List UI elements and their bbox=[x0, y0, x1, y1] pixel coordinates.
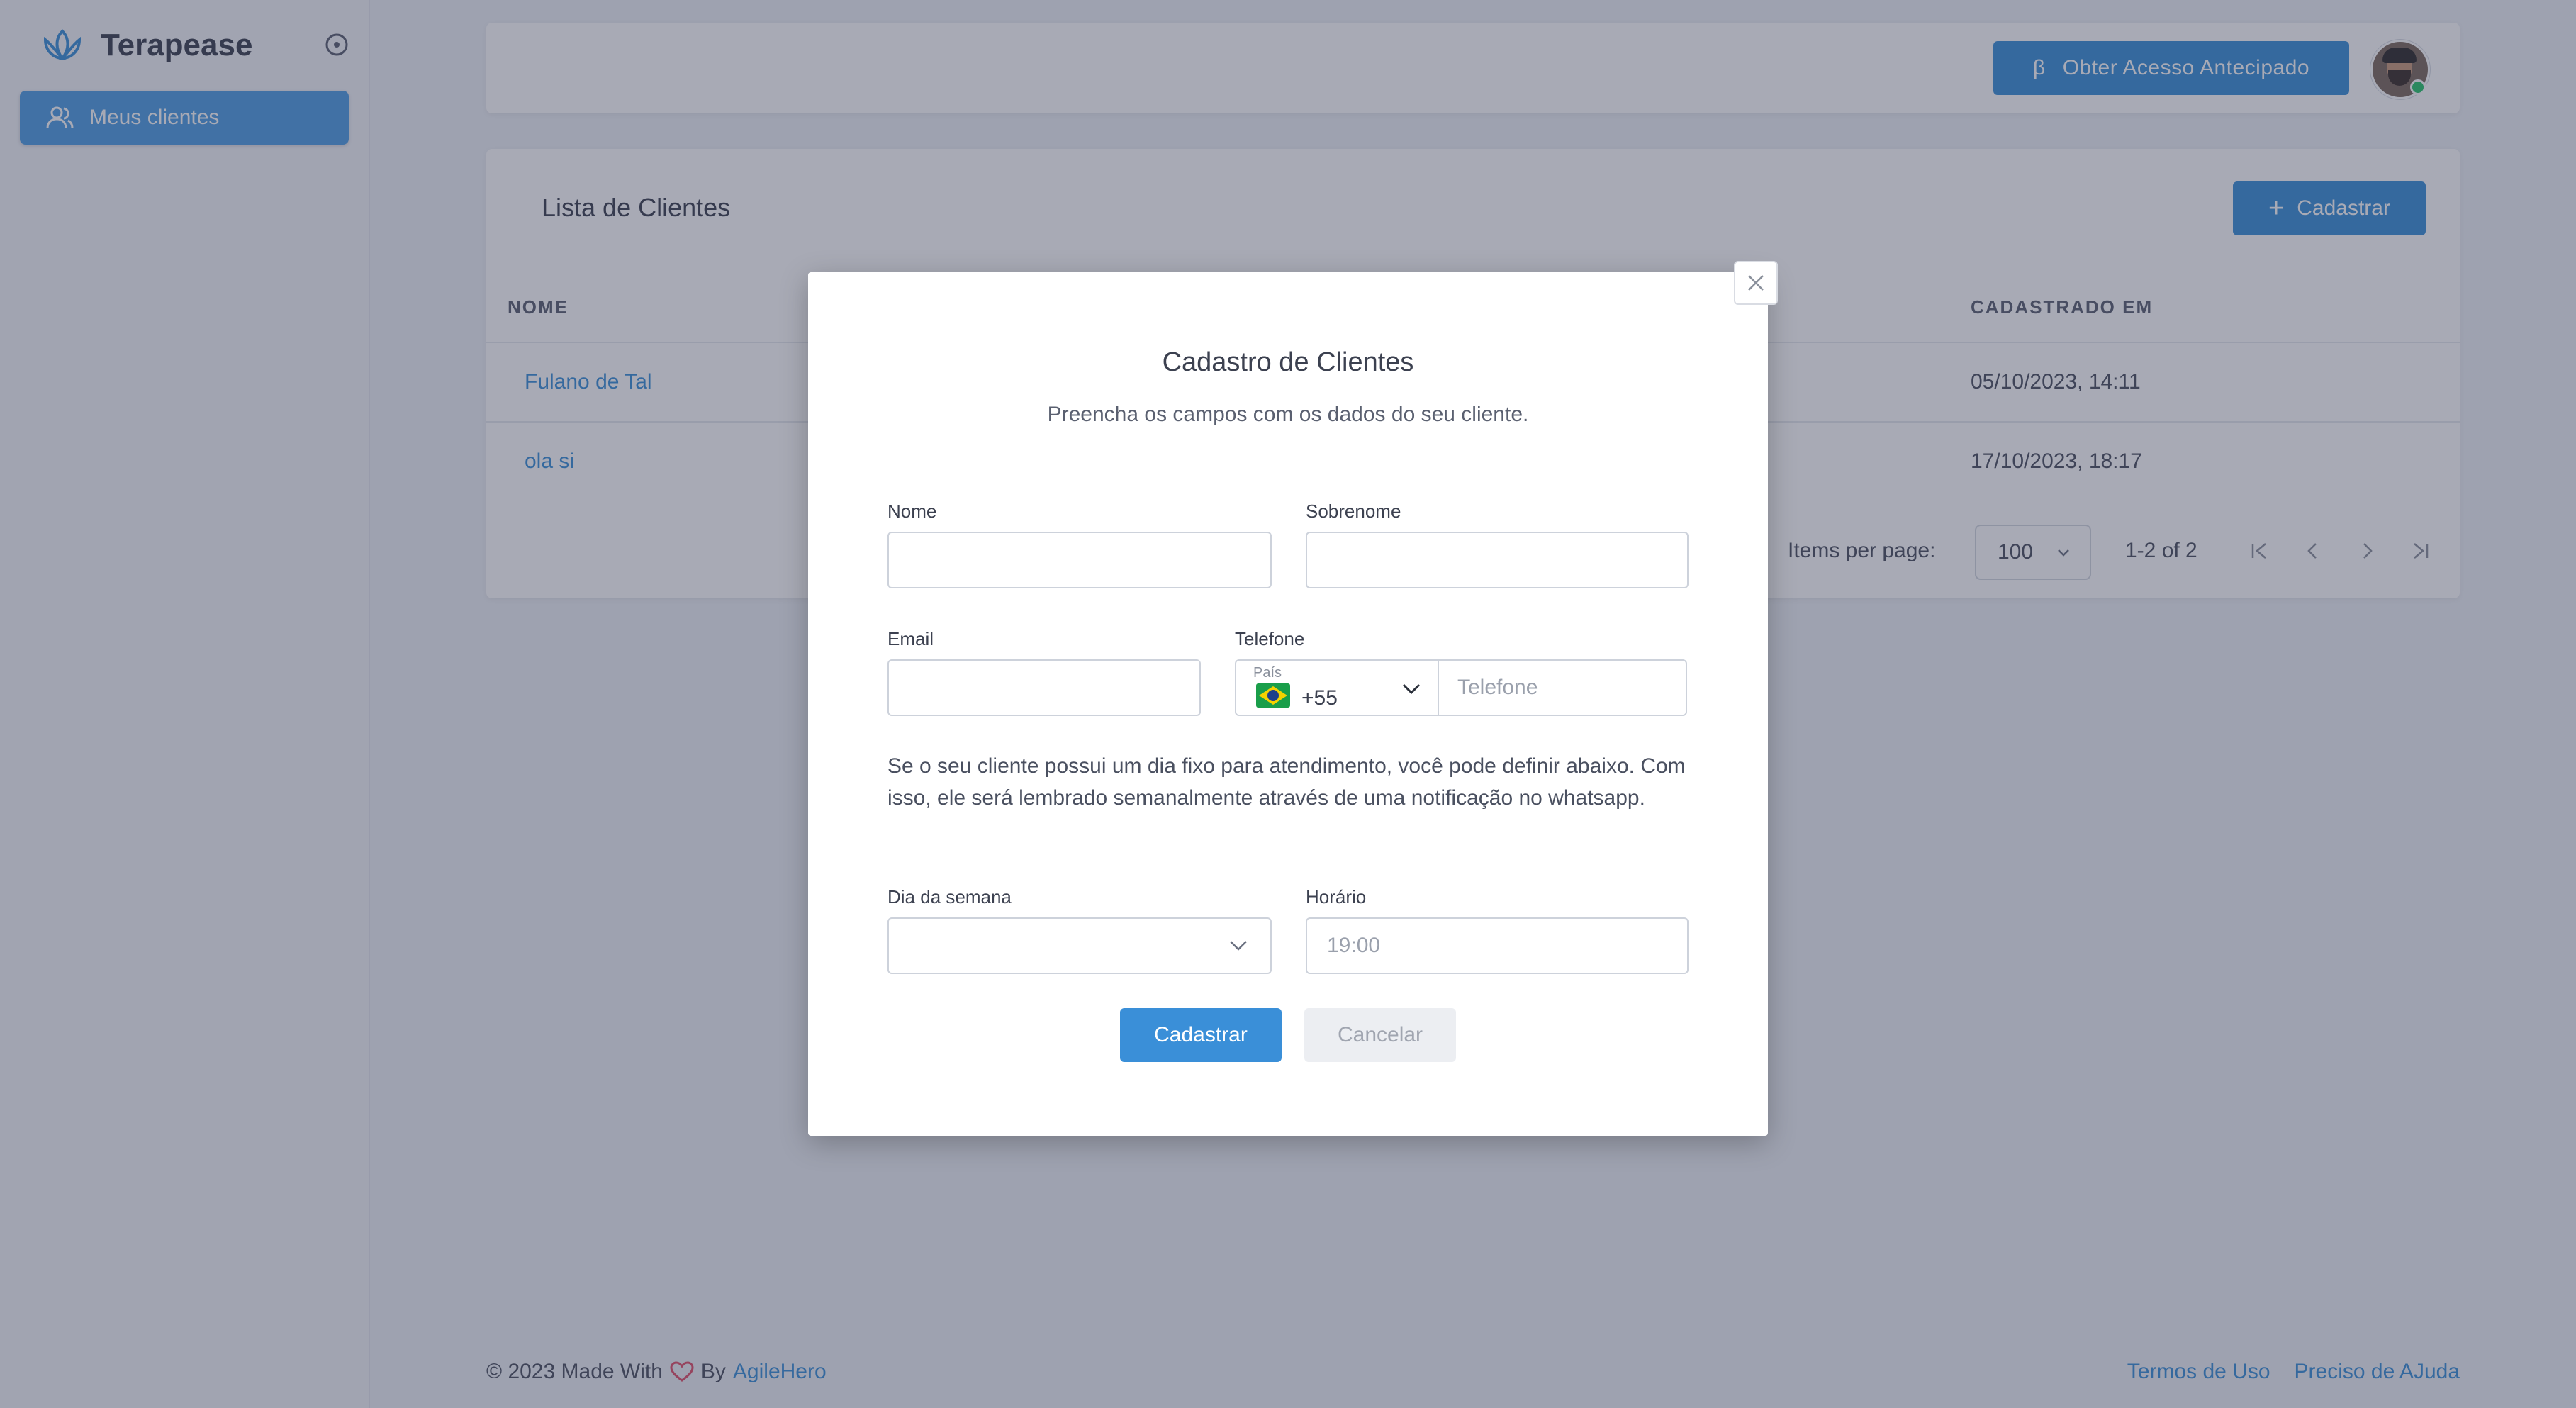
last-name-label: Sobrenome bbox=[1306, 501, 1401, 522]
email-field[interactable] bbox=[887, 659, 1201, 716]
modal-title: Cadastro de Clientes bbox=[1162, 347, 1414, 377]
last-name-input[interactable] bbox=[1306, 532, 1689, 588]
time-input[interactable]: 19:00 bbox=[1306, 917, 1689, 974]
close-icon bbox=[1748, 275, 1764, 291]
weekday-select[interactable] bbox=[887, 917, 1272, 974]
fixed-day-info: Se o seu cliente possui um dia fixo para… bbox=[887, 754, 1686, 810]
country-label: País bbox=[1253, 665, 1282, 681]
weekday-label: Dia da semana bbox=[887, 886, 1012, 907]
first-name-label: Nome bbox=[887, 501, 937, 522]
time-label: Horário bbox=[1306, 886, 1367, 907]
country-code-select[interactable]: País +55 bbox=[1235, 659, 1438, 716]
dial-code: +55 bbox=[1301, 686, 1338, 710]
chevron-down-icon bbox=[1402, 683, 1421, 695]
phone-input[interactable]: Telefone bbox=[1438, 659, 1687, 716]
email-label: Email bbox=[887, 628, 934, 649]
submit-button[interactable]: Cadastrar bbox=[1120, 1008, 1282, 1062]
modal-subtitle: Preencha os campos com os dados do seu c… bbox=[1047, 403, 1529, 426]
phone-label: Telefone bbox=[1235, 628, 1305, 649]
first-name-input[interactable] bbox=[887, 532, 1272, 588]
close-modal-button[interactable] bbox=[1734, 261, 1778, 305]
brazil-flag-icon bbox=[1256, 683, 1290, 708]
cancel-button[interactable]: Cancelar bbox=[1304, 1008, 1456, 1062]
chevron-down-icon bbox=[1230, 941, 1247, 951]
